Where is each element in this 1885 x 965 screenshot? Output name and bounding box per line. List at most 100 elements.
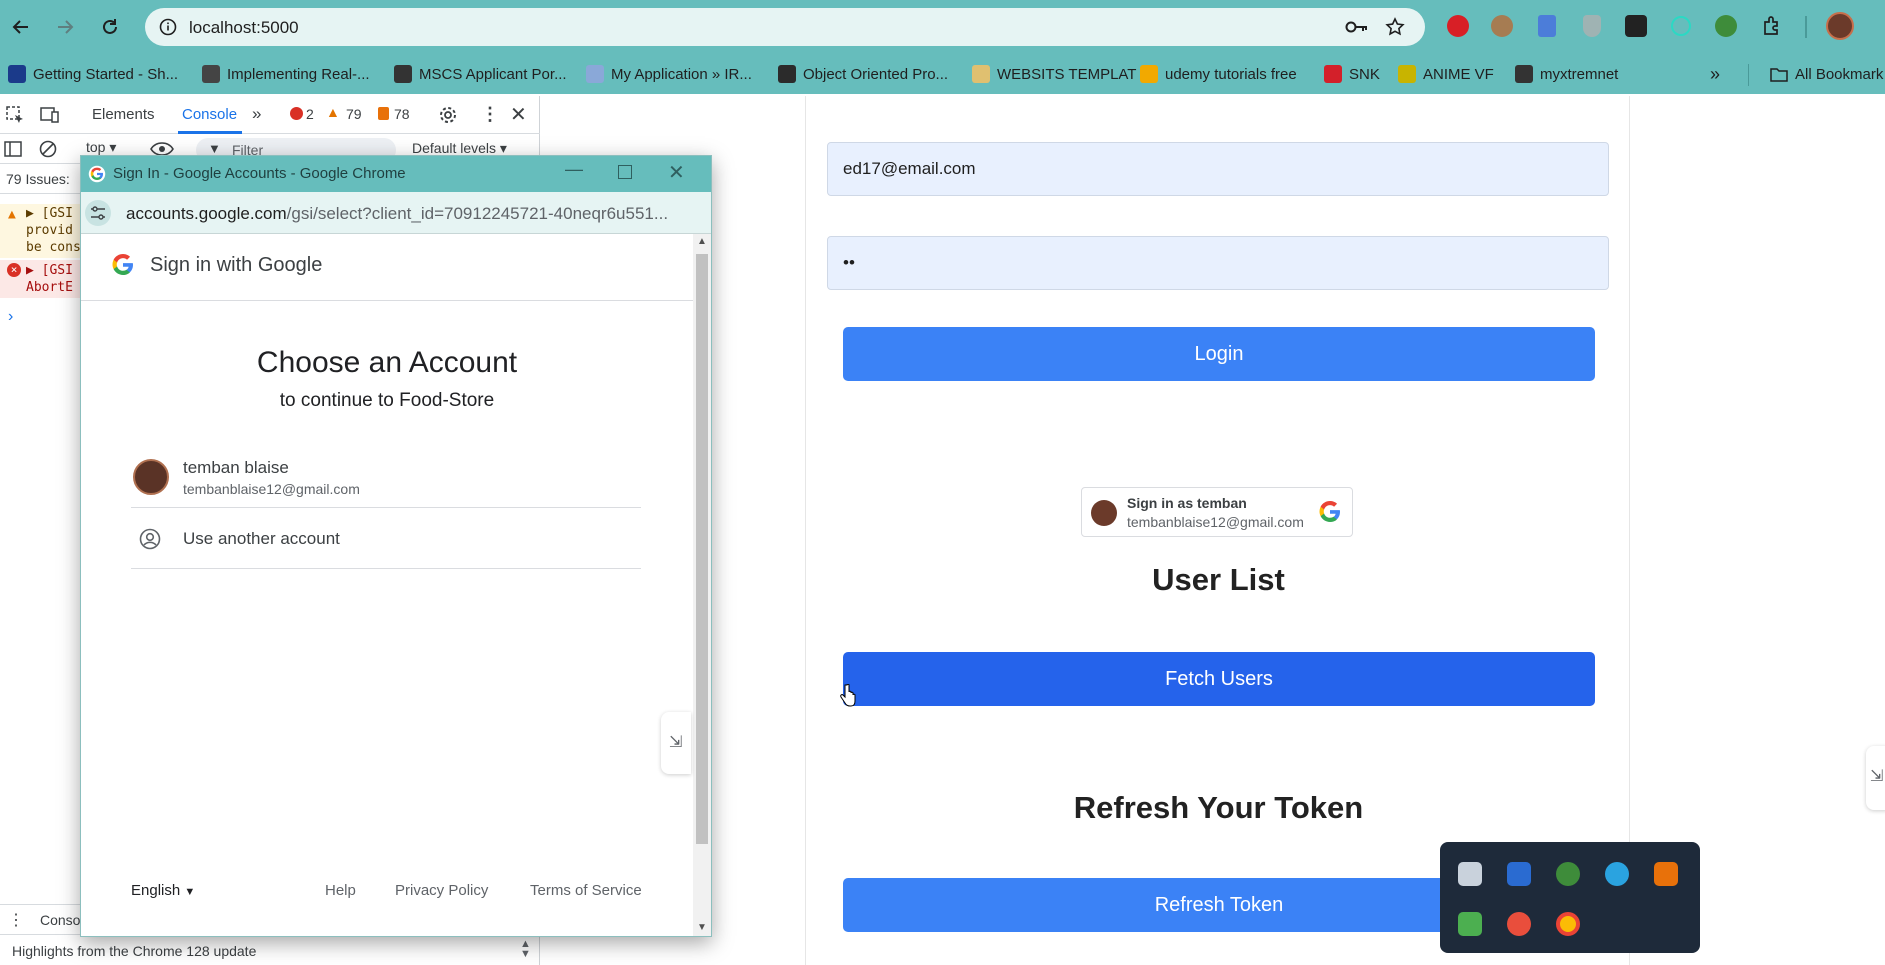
- extensions-puzzle-icon[interactable]: [1760, 14, 1784, 38]
- clear-console-icon[interactable]: [38, 139, 58, 159]
- close-popup-icon[interactable]: ✕: [668, 160, 685, 185]
- issues-count[interactable]: 79 Issues:: [6, 171, 70, 187]
- more-options-icon[interactable]: ⋮: [481, 104, 499, 125]
- signin-header: Sign in with Google: [150, 254, 323, 276]
- bookmark-item[interactable]: udemy tutorials free: [1140, 63, 1297, 85]
- back-button[interactable]: [4, 10, 38, 44]
- reload-icon: [103, 19, 117, 34]
- tray-globe-icon[interactable]: [1556, 862, 1580, 886]
- warning-icon: ▲: [8, 207, 16, 222]
- all-bookmarks-folder[interactable]: All Bookmark: [1770, 63, 1883, 85]
- bookmarks-divider: [1748, 64, 1749, 86]
- account-row[interactable]: temban blaise tembanblaise12@gmail.com: [131, 446, 641, 508]
- extension-dark-icon[interactable]: [1624, 14, 1648, 38]
- bookmark-item[interactable]: Object Oriented Pro...: [778, 63, 948, 85]
- warning-count[interactable]: 79: [346, 106, 362, 122]
- google-logo-icon: [112, 254, 133, 275]
- bookmark-item[interactable]: MSCS Applicant Por...: [394, 63, 567, 85]
- popup-address-bar[interactable]: accounts.google.com/gsi/select?client_id…: [81, 192, 711, 234]
- drawer-tab-console[interactable]: Conso: [40, 912, 80, 928]
- info-count[interactable]: 78: [394, 106, 410, 122]
- tray-monitor-icon[interactable]: [1458, 862, 1482, 886]
- eye-icon[interactable]: [150, 142, 174, 156]
- popup-scrollbar[interactable]: ▲ ▼: [693, 234, 711, 936]
- use-another-account-row[interactable]: Use another account: [131, 509, 641, 569]
- info-count-icon: [378, 107, 389, 120]
- scrollbar-thumb[interactable]: [696, 254, 708, 844]
- google-logo-icon: [1319, 501, 1340, 522]
- popup-url-text: accounts.google.com/gsi/select?client_id…: [126, 204, 669, 223]
- language-select[interactable]: English ▼: [131, 882, 195, 899]
- privacy-policy-link[interactable]: Privacy Policy: [395, 882, 488, 899]
- bookmark-item[interactable]: Getting Started - Sh...: [8, 63, 178, 85]
- tray-chrome-icon[interactable]: [1556, 912, 1580, 936]
- bookmark-favicon-icon: [202, 65, 220, 83]
- login-button[interactable]: Login: [843, 327, 1595, 381]
- side-panel-icon: ⇲: [1870, 768, 1884, 785]
- bookmark-item[interactable]: My Application » IR...: [586, 63, 752, 85]
- bookmark-item[interactable]: WEBSITS TEMPLAT: [972, 63, 1136, 85]
- choose-account-title: Choose an Account: [256, 346, 518, 379]
- fetch-users-button[interactable]: Fetch Users: [843, 652, 1595, 706]
- side-panel-tab[interactable]: ⇲: [1866, 746, 1885, 810]
- bookmark-favicon-icon: [1398, 65, 1416, 83]
- extension-react-icon[interactable]: [1669, 14, 1693, 38]
- inspect-element-icon[interactable]: [6, 106, 24, 124]
- tab-console[interactable]: Console: [182, 106, 237, 123]
- folder-icon: [1770, 68, 1788, 82]
- tray-telegram-icon[interactable]: [1605, 862, 1629, 886]
- tray-defender-icon[interactable]: [1507, 862, 1531, 886]
- side-panel-icon: ⇲: [669, 734, 683, 751]
- drawer-menu-icon[interactable]: ⋮: [8, 910, 24, 930]
- help-link[interactable]: Help: [325, 882, 356, 899]
- close-devtools-icon[interactable]: ✕: [510, 102, 527, 127]
- email-field[interactable]: ed17@email.com: [827, 142, 1609, 196]
- tray-battery-icon[interactable]: [1458, 912, 1482, 936]
- extension-globe-icon[interactable]: [1714, 14, 1738, 38]
- whats-new-bar: Highlights from the Chrome 128 update ▲ ▼: [0, 934, 540, 965]
- warning-count-icon: ▲: [326, 104, 340, 120]
- password-field[interactable]: ••: [827, 236, 1609, 290]
- extension-doc-icon[interactable]: [1535, 14, 1559, 38]
- more-tabs-icon[interactable]: »: [252, 104, 261, 124]
- google-g-icon: [88, 165, 106, 183]
- extension-monkey-icon[interactable]: [1490, 14, 1514, 38]
- profile-avatar[interactable]: [1826, 12, 1854, 40]
- whats-new-text: Highlights from the Chrome 128 update: [12, 943, 257, 959]
- device-toolbar-icon[interactable]: [40, 106, 60, 124]
- bookmark-favicon-icon: [778, 65, 796, 83]
- bookmark-item[interactable]: myxtremnet: [1515, 63, 1618, 85]
- tray-java-icon[interactable]: [1654, 862, 1678, 886]
- url-text: localhost:5000: [189, 18, 299, 37]
- bookmark-item[interactable]: SNK: [1324, 63, 1380, 85]
- bookmark-item[interactable]: Implementing Real-...: [202, 63, 370, 85]
- scroll-down-icon[interactable]: ▼: [697, 922, 707, 933]
- forward-button[interactable]: [48, 10, 82, 44]
- sidebar-toggle-icon[interactable]: [4, 140, 22, 158]
- minimize-icon[interactable]: —: [565, 159, 583, 180]
- maximize-icon[interactable]: [618, 165, 632, 179]
- error-count[interactable]: 2: [306, 106, 314, 122]
- settings-gear-icon[interactable]: [438, 105, 458, 125]
- site-info-icon[interactable]: [159, 18, 177, 36]
- bookmark-item[interactable]: ANIME VF: [1398, 63, 1494, 85]
- tray-edge-icon[interactable]: [1507, 912, 1531, 936]
- tune-icon[interactable]: [85, 200, 111, 226]
- popup-side-panel-tab[interactable]: ⇲: [661, 712, 691, 774]
- collapse-arrows-icon[interactable]: ▲ ▼: [520, 939, 531, 960]
- bookmark-favicon-icon: [8, 65, 26, 83]
- terms-link[interactable]: Terms of Service: [530, 882, 642, 899]
- extension-adblock-icon[interactable]: [1446, 14, 1470, 38]
- scroll-up-icon[interactable]: ▲: [697, 236, 707, 247]
- reload-button[interactable]: [93, 10, 127, 44]
- extension-shield-icon[interactable]: [1580, 14, 1604, 38]
- more-bookmarks-button[interactable]: »: [1710, 63, 1720, 85]
- console-prompt[interactable]: ›: [8, 308, 13, 326]
- caret-down-icon: ▼: [184, 886, 196, 898]
- context-select[interactable]: top ▾: [86, 139, 116, 156]
- tab-elements[interactable]: Elements: [92, 106, 155, 123]
- address-bar[interactable]: localhost:5000: [145, 8, 1425, 46]
- key-icon[interactable]: [1345, 18, 1369, 36]
- google-signin-button[interactable]: Sign in as temban tembanblaise12@gmail.c…: [1081, 487, 1353, 537]
- bookmark-star-icon[interactable]: [1385, 17, 1405, 37]
